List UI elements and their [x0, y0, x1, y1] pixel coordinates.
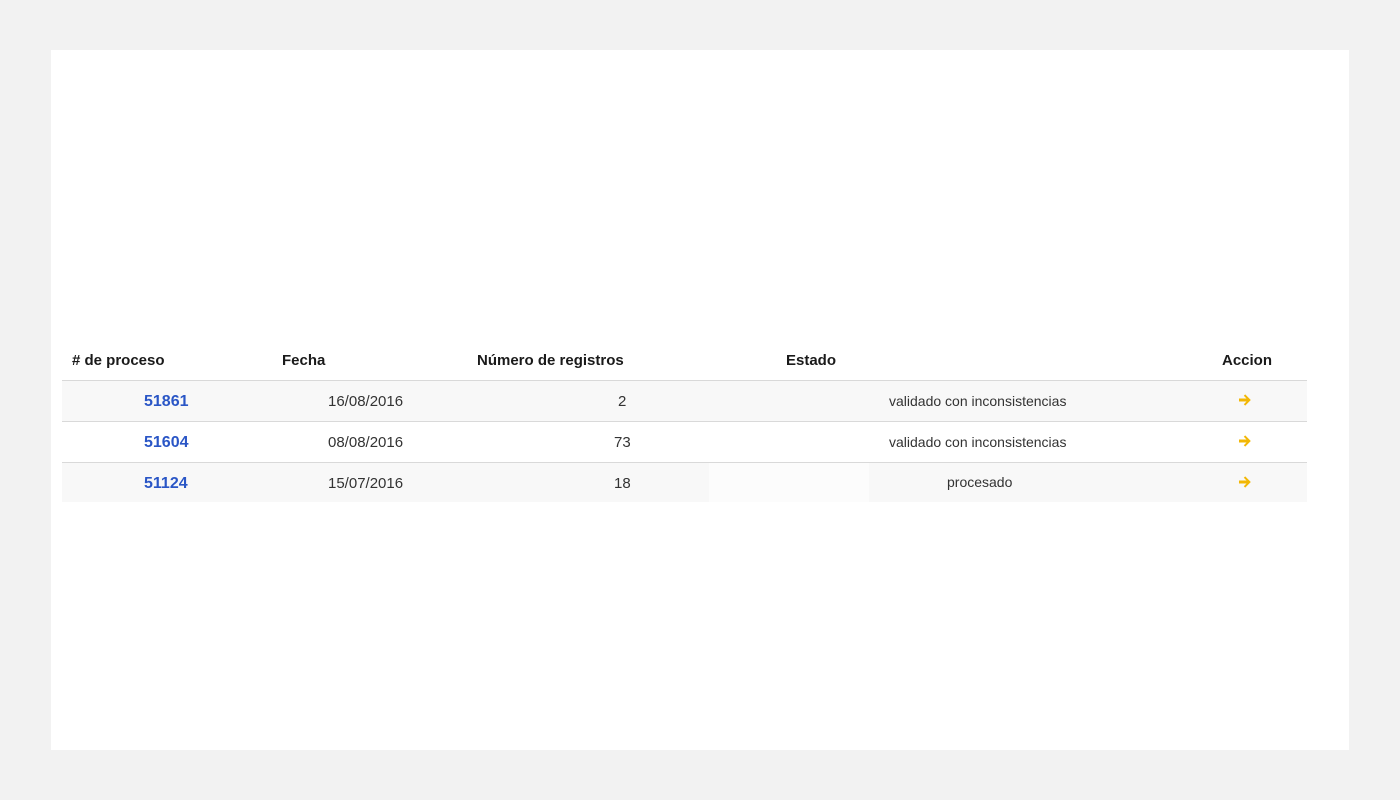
- table-row: 51604 08/08/2016 73 validado con inconsi…: [62, 422, 1307, 463]
- record-count: 73: [614, 434, 631, 451]
- process-table: # de proceso Fecha Número de registros E…: [62, 340, 1307, 502]
- process-date: 15/07/2016: [328, 475, 404, 492]
- header-status: Estado: [786, 352, 837, 369]
- status-text: procesado: [947, 474, 1013, 490]
- arrow-right-icon[interactable]: [1237, 433, 1253, 449]
- header-record-count: Número de registros: [477, 352, 624, 369]
- row-gap: [709, 463, 869, 502]
- table-row: 51861 16/08/2016 2 validado con inconsis…: [62, 381, 1307, 422]
- table-header: # de proceso Fecha Número de registros E…: [62, 340, 1307, 381]
- content-panel: # de proceso Fecha Número de registros E…: [51, 50, 1349, 750]
- header-date: Fecha: [282, 352, 326, 369]
- arrow-right-icon[interactable]: [1237, 474, 1253, 490]
- record-count: 2: [618, 393, 627, 410]
- process-date: 16/08/2016: [328, 393, 404, 410]
- header-action: Accion: [1222, 352, 1273, 369]
- process-date: 08/08/2016: [328, 434, 404, 451]
- status-text: validado con inconsistencias: [889, 434, 1067, 450]
- process-id-link[interactable]: 51861: [144, 393, 189, 411]
- table-row: 51124 15/07/2016 18 procesado: [62, 463, 1307, 502]
- status-text: validado con inconsistencias: [889, 393, 1067, 409]
- process-id-link[interactable]: 51604: [144, 434, 189, 452]
- arrow-right-icon[interactable]: [1237, 392, 1253, 408]
- process-id-link[interactable]: 51124: [144, 475, 188, 493]
- record-count: 18: [614, 475, 631, 492]
- header-process-number: # de proceso: [72, 352, 165, 369]
